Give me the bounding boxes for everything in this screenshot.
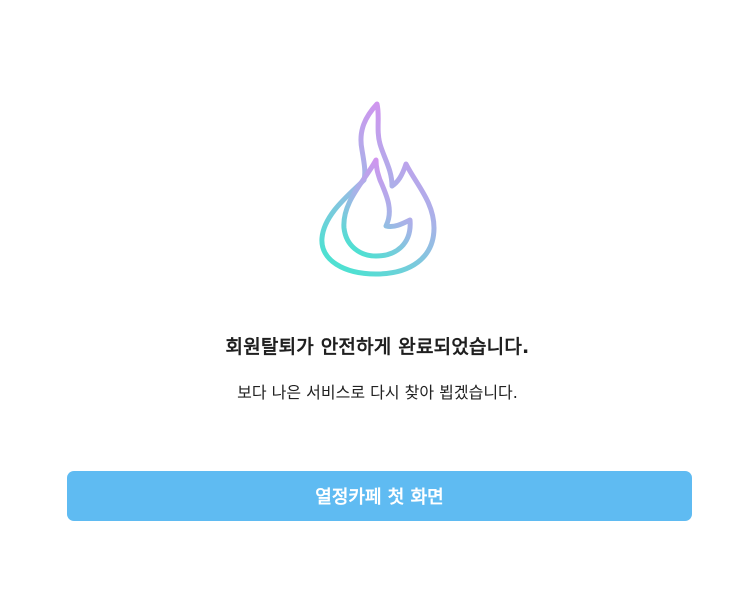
completion-title: 회원탈퇴가 안전하게 완료되었습니다.	[225, 336, 530, 358]
flame-icon	[310, 98, 444, 282]
withdrawal-complete-page: 회원탈퇴가 안전하게 완료되었습니다. 보다 나은 서비스로 다시 찾아 뵙겠습…	[0, 0, 755, 593]
go-home-button[interactable]: 열정카페 첫 화면	[67, 471, 692, 521]
completion-subtitle: 보다 나은 서비스로 다시 찾아 뵙겠습니다.	[237, 383, 518, 402]
